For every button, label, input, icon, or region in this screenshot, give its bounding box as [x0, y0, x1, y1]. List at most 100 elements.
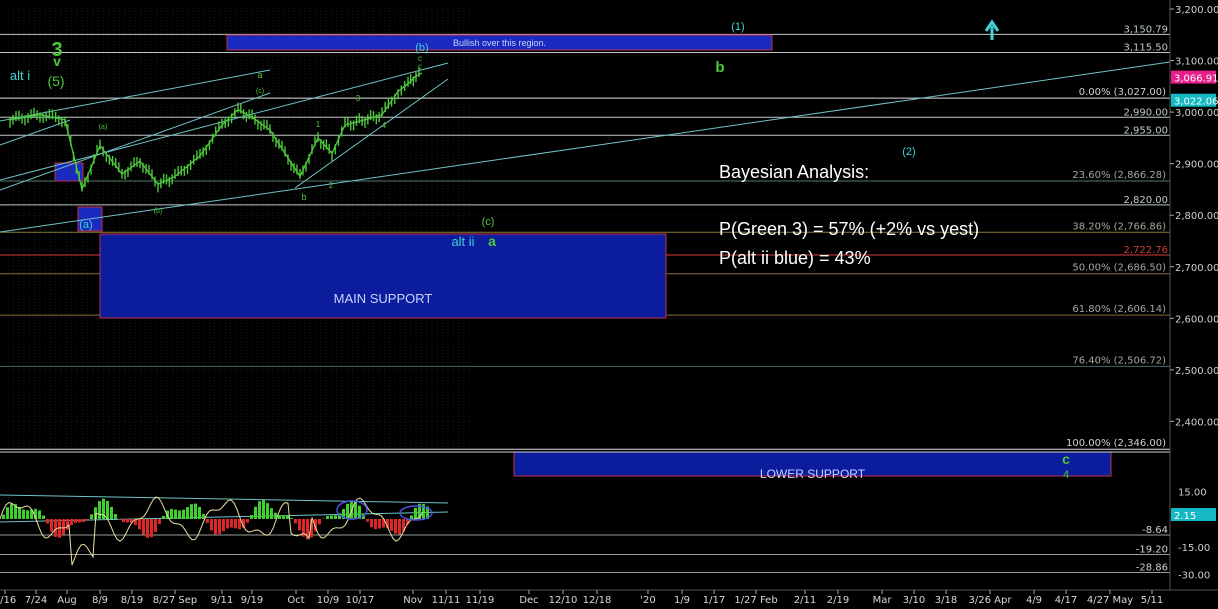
price-level-label: 2,990.00 [1123, 107, 1168, 118]
osc-bar [86, 519, 89, 520]
osc-bar [234, 519, 237, 529]
time-axis-label: Aug [57, 595, 77, 606]
wave-label: 3 [356, 94, 361, 103]
osc-level-label: -28.86 [1136, 562, 1168, 573]
bullish-region-label: Bullish over this region. [453, 38, 546, 48]
osc-bar [226, 519, 229, 529]
wave-label: a [257, 70, 262, 80]
time-axis-label: 11/11 [432, 595, 461, 606]
annotation-line-2: P(alt ii blue) = 43% [719, 248, 871, 268]
osc-bar [78, 519, 81, 523]
osc-bar [26, 510, 29, 519]
osc-bar [366, 519, 369, 522]
osc-bar [170, 508, 173, 519]
osc-bar [282, 515, 285, 519]
osc-bar [394, 519, 397, 534]
osc-bar [138, 519, 141, 530]
osc-bar [290, 518, 293, 519]
wave-label: v [53, 53, 61, 69]
price-axis-label: 3,100.00 [1175, 57, 1218, 68]
price-level-label: 2,955.00 [1123, 125, 1168, 136]
price-level-label: 3,150.79 [1123, 24, 1168, 35]
annotation-heading: Bayesian Analysis: [719, 162, 869, 182]
time-axis-label: Oct [287, 595, 304, 606]
time-axis-label: Mar [873, 595, 893, 606]
time-axis-label: 11/19 [466, 595, 495, 606]
fib-level-label: 61.80% (2,606.14) [1072, 304, 1166, 315]
osc-bar [334, 515, 337, 519]
osc-bar [370, 519, 373, 528]
osc-bar [42, 515, 45, 519]
osc-bar [190, 504, 193, 519]
osc-bar [90, 514, 93, 519]
wave-label: (1) [731, 21, 744, 33]
price-axis-label: 3,000.00 [1175, 108, 1218, 119]
time-axis-label: 4/17 [1055, 595, 1077, 606]
time-axis-label: 1/27 Feb [734, 595, 777, 606]
osc-bar [10, 503, 13, 519]
osc-bar [174, 509, 177, 519]
wave-label: (c) [482, 216, 495, 228]
osc-bar [82, 519, 85, 523]
time-axis-label: 9/11 [211, 595, 233, 606]
osc-level-label: -8.64 [1142, 525, 1168, 536]
osc-bar [186, 507, 189, 519]
time-axis-label: 4/9 [1026, 595, 1042, 606]
osc-bar [222, 519, 225, 532]
price-level-label: 2,722.76 [1123, 245, 1168, 256]
time-axis-label: 12/10 [549, 595, 578, 606]
wave-label: b [301, 192, 306, 202]
osc-bar [326, 515, 329, 519]
time-axis-label: Dec [519, 595, 538, 606]
osc-bar [210, 519, 213, 531]
wave-label: alt ii [451, 234, 474, 249]
osc-bar [262, 500, 265, 519]
wave-label: (a) [79, 219, 92, 231]
price-tag-label: 3,022.06 [1174, 97, 1218, 108]
price-axis-label: 2,800.00 [1175, 211, 1218, 222]
time-axis-label: 7/16 [0, 595, 16, 606]
osc-bar [62, 519, 65, 535]
osc-bar [286, 515, 289, 519]
time-axis-label: 3/10 [903, 595, 925, 606]
osc-bar [2, 514, 5, 519]
osc-bar [218, 519, 221, 534]
wave-label: (5) [47, 73, 64, 89]
time-axis-label: 10/17 [346, 595, 375, 606]
osc-bar [46, 519, 49, 524]
osc-bar [198, 506, 201, 519]
fib-level-label: 0.00% (3,027.00) [1079, 87, 1166, 98]
time-axis-label: 3/18 [935, 595, 957, 606]
osc-bar [330, 515, 333, 519]
osc-bar [114, 513, 117, 519]
price-axis-label: 2,900.00 [1175, 160, 1218, 171]
osc-bar [270, 508, 273, 519]
price-axis-label: 2,600.00 [1175, 314, 1218, 325]
time-axis-label: 3/26 Apr [969, 595, 1013, 606]
osc-bar [106, 500, 109, 519]
osc-bar [294, 519, 297, 524]
price-axis-label: 2,500.00 [1175, 366, 1218, 377]
time-axis-label: 8/9 [92, 595, 108, 606]
osc-bar [6, 507, 9, 519]
osc-bar [410, 515, 413, 519]
time-axis-label: 12/18 [583, 595, 612, 606]
osc-bar [206, 519, 209, 523]
osc-bar [50, 519, 53, 532]
osc-bar [266, 503, 269, 519]
time-axis-label: 7/24 [25, 595, 47, 606]
price-tag-label: 3,066.91 [1174, 74, 1218, 85]
fib-level-label: 100.00% (2,346.00) [1066, 438, 1166, 449]
osc-bar [18, 506, 21, 519]
wave-label: alt i [10, 68, 30, 83]
osc-bar [346, 503, 349, 519]
wave-label: 1 [316, 120, 321, 129]
wave-label: b [715, 59, 724, 76]
time-axis-label: 1/17 [703, 595, 725, 606]
osc-bar [162, 515, 165, 519]
osc-axis-label: -30.00 [1178, 571, 1210, 582]
osc-bar [66, 519, 69, 530]
wave-label: (b) [154, 208, 163, 215]
osc-bar [258, 501, 261, 519]
elliott-wave-chart: 3,150.79 3,115.50 2,990.00 2,955.00 2,820.00… [0, 0, 1218, 609]
